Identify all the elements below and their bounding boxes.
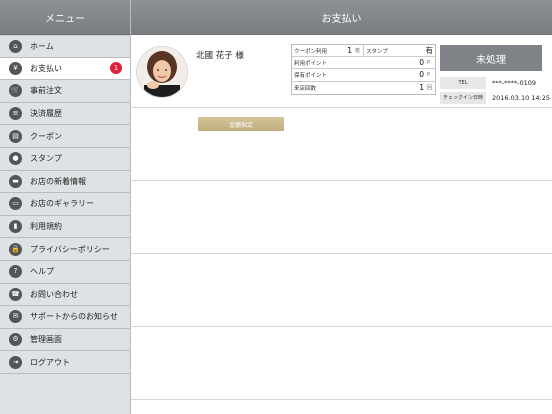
- logout-icon: ⇥: [9, 355, 22, 369]
- news-icon: ▬: [9, 174, 22, 188]
- visits-unit: 回: [427, 85, 433, 92]
- wallet-icon: ¥: [9, 61, 22, 75]
- sidebar-item-label: お店のギャラリー: [30, 199, 94, 209]
- status-button[interactable]: 未処理: [440, 45, 542, 71]
- used-points-value: 0: [419, 58, 424, 68]
- sidebar-item-label: ログアウト: [30, 357, 70, 367]
- sidebar-item-label: 管理画面: [30, 335, 62, 345]
- list-divider: [131, 180, 552, 181]
- gallery-icon: ▭: [9, 197, 22, 211]
- customer-name: 北國 花子 様: [196, 51, 244, 61]
- sidebar-item-7[interactable]: ▬ お店の新着情報: [0, 171, 130, 194]
- sidebar-item-8[interactable]: ▭ お店のギャラリー: [0, 193, 130, 216]
- list-divider: [131, 399, 552, 400]
- sidebar-item-label: サポートからのお知らせ: [30, 312, 118, 322]
- used-points-unit: P: [427, 59, 431, 66]
- tel-value: ***-****-0109: [492, 78, 536, 87]
- coupon-label: クーポン利用: [294, 48, 328, 55]
- gear-icon: ⚙: [9, 333, 22, 347]
- sidebar-item-label: プライバシーポリシー: [30, 244, 110, 254]
- sidebar-item-label: 事前注文: [30, 86, 62, 96]
- sidebar-item-12[interactable]: ☎ お問い合わせ: [0, 284, 130, 307]
- sidebar: メニュー ⌂ ホーム ¥ お支払い 1 🛒 事前注文 ≡ 決済履歴 ▤ クーポン ● スタンプ ▬ お店の新…: [0, 0, 131, 414]
- page-title: お支払い: [131, 0, 552, 35]
- sidebar-item-4[interactable]: ≡ 決済履歴: [0, 103, 130, 126]
- sidebar-item-label: お問い合わせ: [30, 289, 78, 299]
- sidebar-item-label: ヘルプ: [30, 267, 54, 277]
- cart-icon: 🛒: [9, 84, 22, 98]
- sidebar-item-label: 利用規約: [30, 222, 62, 232]
- sidebar-item-label: スタンプ: [30, 154, 62, 164]
- sidebar-item-9[interactable]: ▮ 利用規約: [0, 216, 130, 239]
- list-divider: [131, 253, 552, 254]
- sidebar-item-6[interactable]: ● スタンプ: [0, 148, 130, 171]
- stamp-label: スタンプ: [366, 48, 388, 55]
- notification-badge: 1: [110, 62, 122, 75]
- stamp-value: 有: [425, 46, 434, 56]
- sidebar-item-14[interactable]: ⚙ 管理画面: [0, 329, 130, 352]
- phone-icon: ☎: [9, 287, 22, 301]
- avatar: [136, 46, 188, 98]
- held-points-label: 保有ポイント: [294, 72, 328, 79]
- lock-icon: 🔒: [9, 242, 22, 256]
- list-divider: [131, 326, 552, 327]
- main-panel: お支払い 北國 花子 様 金額指定 クーポン利用 1 枚 スタンプ 有 利用ポイ…: [131, 0, 552, 414]
- sidebar-item-3[interactable]: 🛒 事前注文: [0, 80, 130, 103]
- visits-label: 来店回数: [294, 85, 317, 92]
- visits-value: 1: [419, 83, 424, 93]
- customer-info-table: クーポン利用 1 枚 スタンプ 有 利用ポイント 0 P 保有ポイント 0 P: [291, 44, 436, 95]
- tel-label: TEL: [440, 76, 486, 89]
- payment-card[interactable]: 北國 花子 様 金額指定 クーポン利用 1 枚 スタンプ 有 利用ポイント 0 …: [131, 35, 552, 131]
- held-points-unit: P: [427, 71, 431, 78]
- sidebar-item-1[interactable]: ⌂ ホーム: [0, 35, 130, 58]
- history-icon: ≡: [9, 107, 22, 121]
- held-points-value: 0: [419, 70, 424, 80]
- terms-icon: ▮: [9, 220, 22, 234]
- checkin-value: 2016.03.10 14:25: [492, 93, 551, 102]
- sidebar-title: メニュー: [0, 0, 130, 35]
- sidebar-item-label: ホーム: [30, 41, 54, 51]
- sidebar-item-10[interactable]: 🔒 プライバシーポリシー: [0, 238, 130, 261]
- used-points-label: 利用ポイント: [294, 60, 328, 67]
- sidebar-item-13[interactable]: ✉ サポートからのお知らせ: [0, 306, 130, 329]
- sidebar-item-label: 決済履歴: [30, 109, 62, 119]
- coupon-unit: 枚: [355, 48, 361, 55]
- sidebar-item-label: お店の新着情報: [30, 176, 86, 186]
- sidebar-menu: ⌂ ホーム ¥ お支払い 1 🛒 事前注文 ≡ 決済履歴 ▤ クーポン ● スタンプ ▬ お店の新着情報 ▭ お…: [0, 35, 130, 374]
- sidebar-item-label: クーポン: [30, 131, 62, 141]
- sidebar-item-label: お支払い: [30, 63, 62, 73]
- coupon-icon: ▤: [9, 129, 22, 143]
- status-info: TEL ***-****-0109 チェックイン日時 2016.03.10 14…: [440, 75, 552, 105]
- home-icon: ⌂: [9, 39, 22, 53]
- checkin-label: チェックイン日時: [440, 91, 486, 104]
- notice-icon: ✉: [9, 310, 22, 324]
- amount-specify-button[interactable]: 金額指定: [198, 117, 284, 131]
- sidebar-item-15[interactable]: ⇥ ログアウト: [0, 351, 130, 374]
- sidebar-item-11[interactable]: ? ヘルプ: [0, 261, 130, 284]
- sidebar-item-5[interactable]: ▤ クーポン: [0, 125, 130, 148]
- avatar-photo: [137, 47, 187, 97]
- stamp-icon: ●: [9, 152, 22, 166]
- coupon-value: 1: [347, 46, 352, 56]
- sidebar-item-2[interactable]: ¥ お支払い 1: [0, 57, 130, 81]
- help-icon: ?: [9, 265, 22, 279]
